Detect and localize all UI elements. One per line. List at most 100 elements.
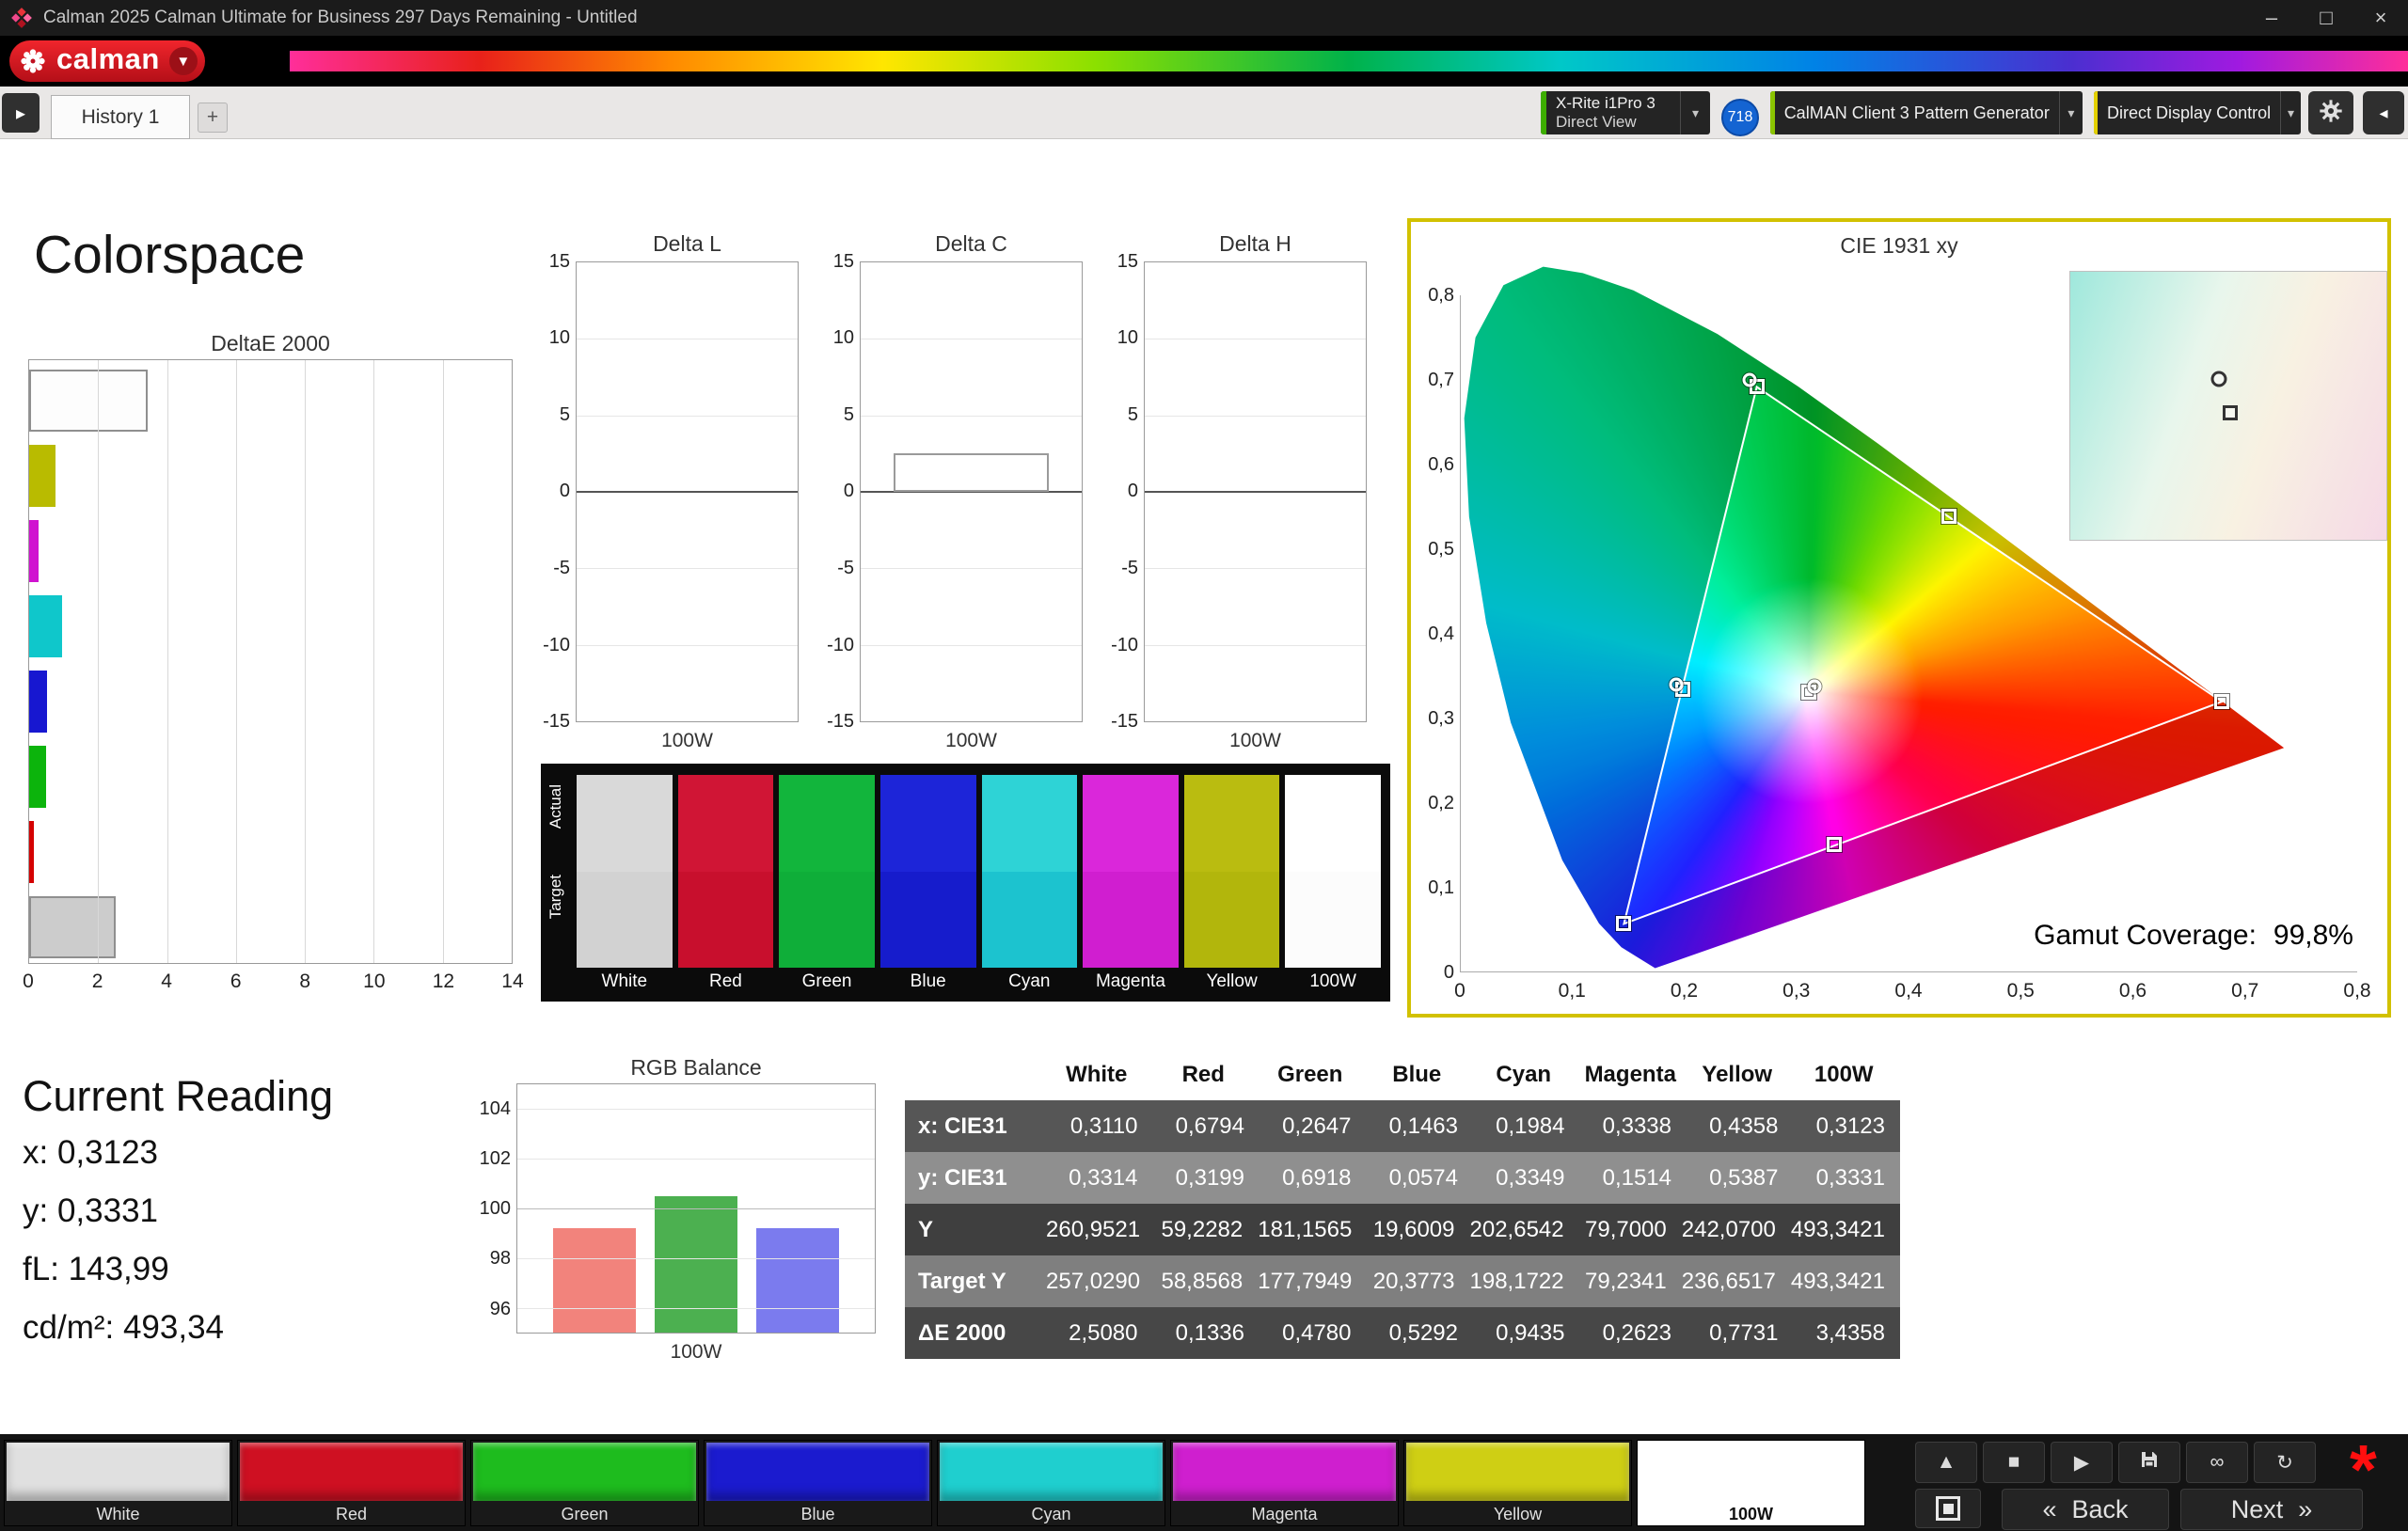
pattern-button-100w[interactable]: 100W — [1637, 1440, 1865, 1526]
chevron-down-icon[interactable]: ▾ — [2059, 91, 2083, 134]
gridline — [1145, 568, 1366, 569]
rgb-balance-chart-title: RGB Balance — [516, 1055, 876, 1081]
calman-logo[interactable]: calman ▼ — [9, 40, 205, 82]
add-tab-button[interactable]: + — [198, 103, 228, 133]
row-label: Target Y — [905, 1255, 1046, 1307]
chevron-down-icon[interactable]: ▾ — [1680, 91, 1710, 134]
back-button[interactable]: « Back — [2002, 1489, 2169, 1530]
save-button[interactable] — [2118, 1442, 2180, 1483]
delta-e-bar-cyan — [29, 595, 62, 657]
logo-dropdown-button[interactable]: ▼ — [169, 47, 198, 75]
swatch-column-red: Red — [678, 775, 774, 996]
table-cell: 202,6542 — [1470, 1204, 1579, 1255]
pattern-button-red[interactable]: Red — [237, 1440, 466, 1526]
table-cell: 0,3110 — [1046, 1100, 1153, 1152]
table-cell: 177,7949 — [1258, 1255, 1367, 1307]
delta-e-bar-row — [29, 520, 512, 582]
loop-button[interactable]: ↻ — [2254, 1442, 2316, 1483]
cie-marker-square — [1941, 509, 1956, 524]
table-cell: 257,0290 — [1046, 1255, 1155, 1307]
panel-expander-button[interactable]: ▸ — [2, 93, 40, 133]
transport-controls: ▲ ■ ▶ ∞ ↻ — [1915, 1442, 2316, 1483]
table-cell: 0,3349 — [1473, 1152, 1580, 1204]
continuous-button[interactable]: ∞ — [2186, 1442, 2248, 1483]
table-header-row: WhiteRedGreenBlueCyanMagentaYellow100W — [905, 1050, 1900, 1100]
delta-h-y-axis: 151050-5-10-15 — [1097, 261, 1138, 722]
chevron-down-icon: ▼ — [176, 54, 190, 70]
toolbar: ▸ History 1 + X-Rite i1Pro 3 Direct View… — [0, 87, 2408, 139]
table-cell: 20,3773 — [1367, 1255, 1469, 1307]
delta-e-bar-row — [29, 595, 512, 657]
table-cell: 58,8568 — [1155, 1255, 1258, 1307]
rainbow-strip — [290, 51, 2408, 71]
chevron-down-icon[interactable]: ▾ — [2280, 91, 2301, 134]
delta-h-x-label: 100W — [1144, 730, 1367, 752]
target-swatch — [880, 872, 976, 969]
settings-button[interactable] — [2308, 91, 2353, 134]
next-label: Next — [2231, 1495, 2284, 1524]
gridline — [577, 645, 798, 646]
actual-swatch — [1184, 775, 1280, 872]
table-cell: 2,5080 — [1046, 1307, 1153, 1359]
swatch-column-cyan: Cyan — [982, 775, 1078, 996]
gridline — [98, 360, 99, 963]
swatch-label: Cyan — [982, 968, 1078, 996]
pattern-swatch — [240, 1443, 463, 1501]
swatch-label: White — [577, 968, 673, 996]
table-cell: 0,1514 — [1580, 1152, 1687, 1204]
pattern-generator-label: CalMAN Client 3 Pattern Generator — [1784, 103, 2050, 123]
delta-h-chart — [1144, 261, 1367, 722]
delta-l-y-axis: 151050-5-10-15 — [529, 261, 570, 722]
title-bar: Calman 2025 Calman Ultimate for Business… — [0, 0, 2408, 36]
next-button[interactable]: Next » — [2180, 1489, 2363, 1530]
table-cell: 59,2282 — [1155, 1204, 1258, 1255]
column-header: Green — [1259, 1050, 1367, 1100]
column-header: Magenta — [1580, 1050, 1687, 1100]
delta-c-y-axis: 151050-5-10-15 — [813, 261, 854, 722]
gear-icon — [2318, 98, 2344, 129]
actual-swatch — [982, 775, 1078, 872]
chevron-right-icon: » — [2298, 1495, 2312, 1524]
table-cell: 0,1984 — [1473, 1100, 1580, 1152]
pattern-button-cyan[interactable]: Cyan — [937, 1440, 1165, 1526]
pattern-button-yellow[interactable]: Yellow — [1403, 1440, 1632, 1526]
gridline — [167, 360, 168, 963]
swatch-label: Green — [779, 968, 875, 996]
chevron-left-icon: « — [2042, 1495, 2056, 1524]
row-label: x: CIE31 — [905, 1100, 1046, 1152]
save-icon — [2138, 1448, 2161, 1476]
table-row: Target Y257,029058,8568177,794920,377319… — [905, 1255, 1900, 1307]
eject-button[interactable]: ▲ — [1915, 1442, 1977, 1483]
column-header: Yellow — [1687, 1050, 1794, 1100]
gridline — [577, 568, 798, 569]
pattern-generator-dropdown[interactable]: CalMAN Client 3 Pattern Generator ▾ — [1770, 91, 2083, 134]
pattern-button-green[interactable]: Green — [470, 1440, 699, 1526]
maximize-button[interactable]: □ — [2299, 0, 2353, 36]
page-title: Colorspace — [34, 224, 305, 286]
table-cell: 0,6794 — [1153, 1100, 1260, 1152]
delta-bar — [894, 453, 1049, 492]
table-cell: 236,6517 — [1682, 1255, 1791, 1307]
stop-icon: ■ — [2008, 1451, 2020, 1474]
pattern-button-white[interactable]: White — [4, 1440, 232, 1526]
table-cell: 3,4358 — [1794, 1307, 1901, 1359]
pattern-button-magenta[interactable]: Magenta — [1170, 1440, 1399, 1526]
collapse-toolbar-button[interactable]: ◂ — [2363, 91, 2404, 134]
delta-e-bar-row — [29, 746, 512, 808]
play-icon: ▶ — [2074, 1451, 2089, 1475]
play-button[interactable]: ▶ — [2051, 1442, 2113, 1483]
pattern-label: Yellow — [1404, 1503, 1631, 1525]
table-cell: 0,0574 — [1367, 1152, 1474, 1204]
meter-dropdown[interactable]: X-Rite i1Pro 3 Direct View ▾ — [1541, 91, 1710, 134]
table-cell: 0,3199 — [1153, 1152, 1260, 1204]
tab-history-1[interactable]: History 1 — [51, 95, 190, 139]
table-cell: 242,0700 — [1682, 1204, 1791, 1255]
close-button[interactable]: × — [2353, 0, 2408, 36]
actual-swatch — [577, 775, 673, 872]
minimize-button[interactable]: – — [2244, 0, 2299, 36]
display-control-dropdown[interactable]: Direct Display Control ▾ — [2094, 91, 2301, 134]
pattern-label: Cyan — [938, 1503, 1164, 1525]
stop-button[interactable]: ■ — [1983, 1442, 2045, 1483]
pattern-button-blue[interactable]: Blue — [704, 1440, 932, 1526]
pattern-window-button[interactable] — [1915, 1489, 1981, 1528]
